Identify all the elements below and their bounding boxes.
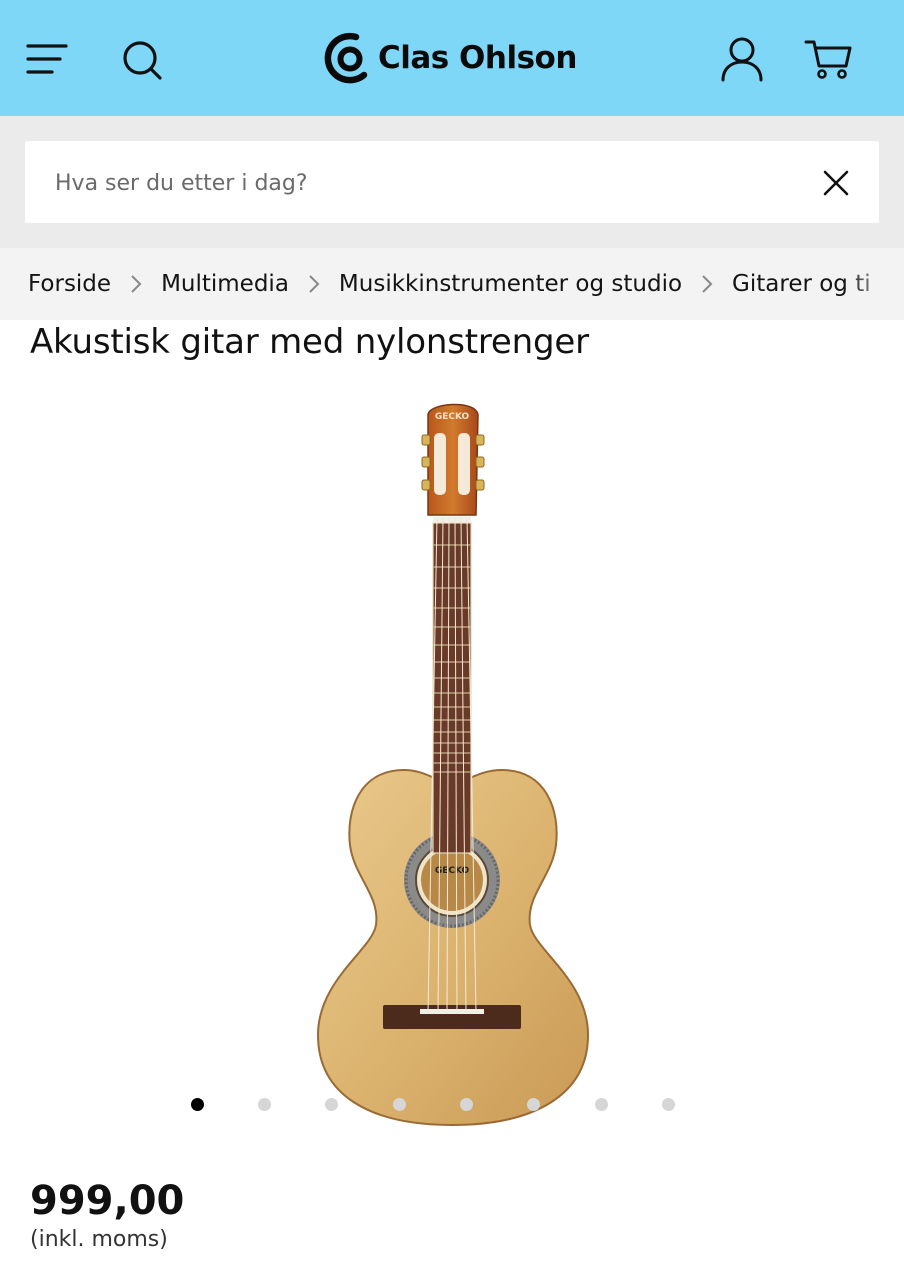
product-price: 999,00 [30,1178,185,1224]
carousel-dot-2[interactable] [258,1098,271,1111]
user-icon[interactable] [720,36,764,82]
product-image[interactable]: GECKO GECKO [300,395,600,1130]
search-area [0,116,904,248]
headstock-label: GECKO [435,412,470,422]
carousel-dot-7[interactable] [595,1098,608,1111]
brand-name: Clas Ohlson [378,40,577,76]
search-input[interactable] [53,141,817,225]
image-carousel-indicator [0,1098,904,1114]
carousel-dot-1[interactable] [191,1098,204,1111]
search-icon[interactable] [120,38,164,82]
brand-logo[interactable]: Clas Ohlson [324,30,577,86]
close-icon[interactable] [823,170,849,196]
chevron-right-icon [307,273,321,295]
chevron-right-icon [129,273,143,295]
breadcrumb-fade [844,248,904,320]
carousel-dot-3[interactable] [325,1098,338,1111]
chevron-right-icon [700,273,714,295]
carousel-dot-6[interactable] [527,1098,540,1111]
carousel-dot-4[interactable] [393,1098,406,1111]
menu-icon[interactable] [26,42,70,76]
breadcrumb-item-instruments[interactable]: Musikkinstrumenter og studio [339,271,682,297]
search-box [25,141,879,225]
product-title: Akustisk gitar med nylonstrenger [30,322,589,362]
carousel-dot-8[interactable] [662,1098,675,1111]
breadcrumb-item-multimedia[interactable]: Multimedia [161,271,289,297]
breadcrumb: Forside Multimedia Musikkinstrumenter og… [0,248,904,320]
clas-ohlson-logo-icon [324,32,368,84]
breadcrumb-item-home[interactable]: Forside [28,271,111,297]
vat-note: (inkl. moms) [30,1227,168,1252]
top-navigation-bar: Clas Ohlson [0,0,904,116]
carousel-dot-5[interactable] [460,1098,473,1111]
cart-icon[interactable] [804,38,854,80]
